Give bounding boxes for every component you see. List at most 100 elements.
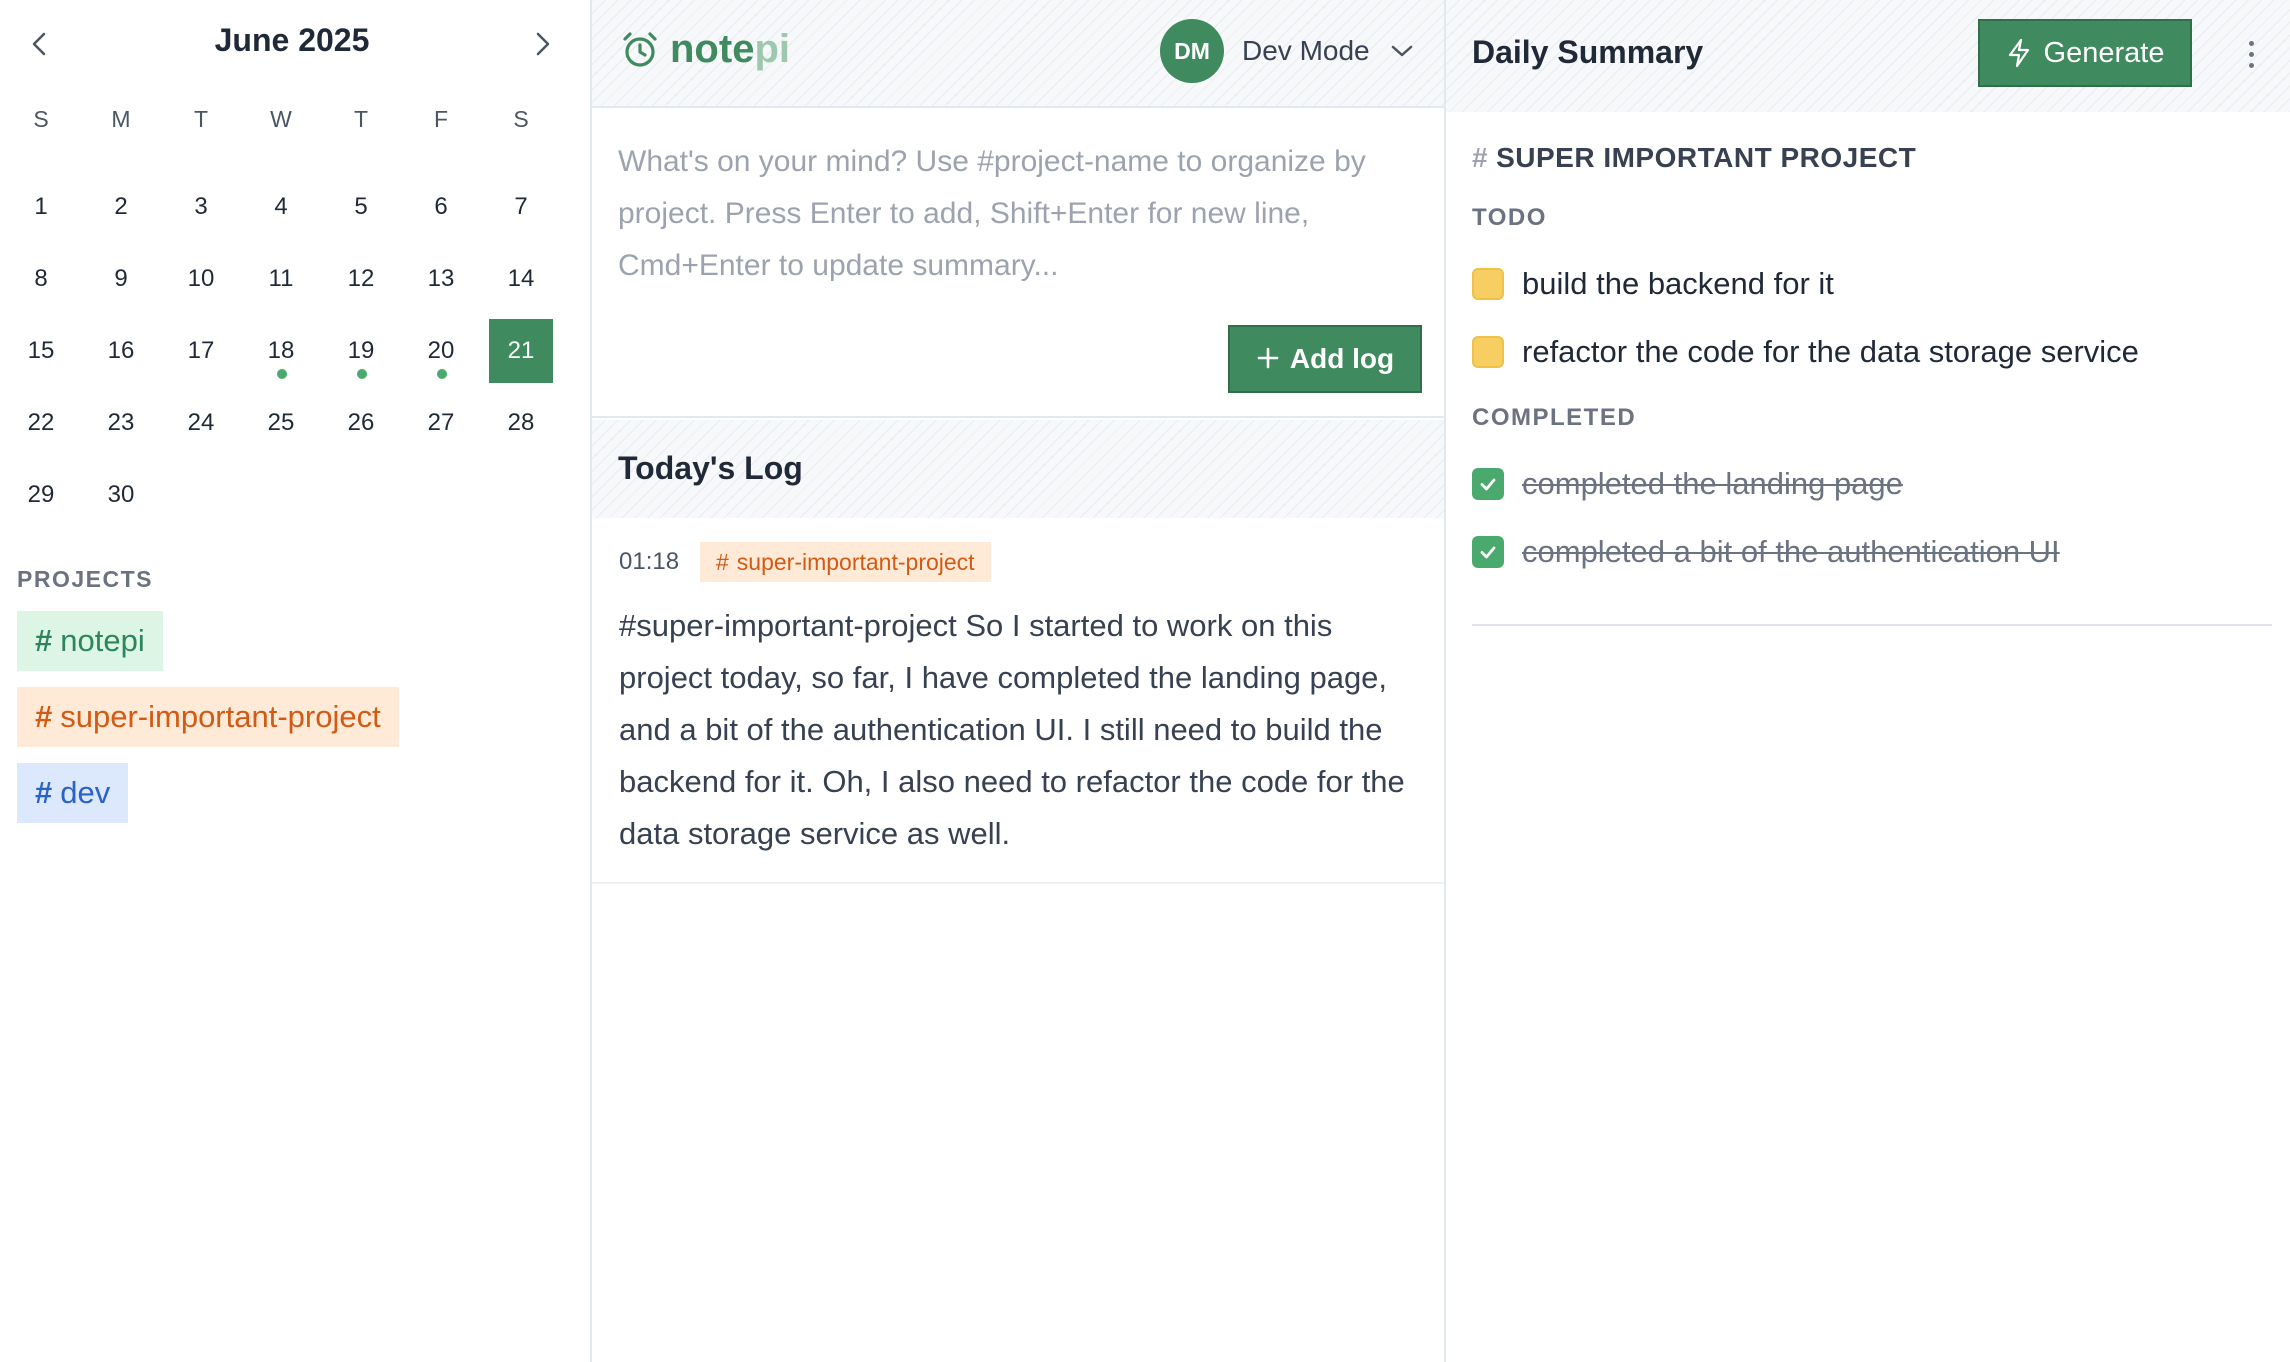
chevron-down-icon — [1390, 43, 1414, 59]
calendar-day[interactable]: 20 — [409, 319, 473, 383]
calendar-day-number: 5 — [354, 193, 368, 220]
generate-label: Generate — [2043, 36, 2165, 69]
weekday-label: S — [33, 106, 49, 132]
calendar-month-title: June 2025 — [214, 22, 370, 58]
weekday-label: S — [513, 106, 529, 132]
calendar-day[interactable]: 19 — [329, 319, 393, 383]
calendar-sidebar: June 2025 SMTWTFS 1 2 3 4 5 6 7 8 9 10 11 12 13 14 15 1… — [0, 0, 592, 1362]
completed-item-text: completed the landing page — [1522, 466, 1903, 501]
calendar-day[interactable]: 7 — [489, 175, 553, 239]
calendar-day[interactable]: 13 — [409, 247, 473, 311]
calendar-day-number: 6 — [434, 193, 448, 220]
calendar-day-number: 7 — [514, 193, 528, 220]
app-name: notepi — [670, 27, 790, 72]
calendar-day[interactable]: 23 — [89, 391, 153, 455]
calendar-day[interactable]: 25 — [249, 391, 313, 455]
calendar-day-number: 15 — [27, 337, 55, 364]
calendar-day[interactable]: 5 — [329, 175, 393, 239]
weekday-header-row: SMTWTFS — [9, 106, 569, 142]
todo-checkbox[interactable] — [1472, 336, 1504, 368]
weekday-label: T — [193, 106, 209, 132]
calendar-day[interactable]: 27 — [409, 391, 473, 455]
calendar-day[interactable]: 17 — [169, 319, 233, 383]
user-name: Dev Mode — [1242, 35, 1370, 66]
calendar-day[interactable]: 3 — [169, 175, 233, 239]
calendar-day[interactable]: 10 — [169, 247, 233, 311]
hash-icon: # — [716, 548, 729, 575]
calendar-day[interactable]: 24 — [169, 391, 233, 455]
more-options-icon[interactable] — [2236, 32, 2266, 76]
calendar-day-number: 3 — [194, 193, 208, 220]
generate-button[interactable]: Generate — [1978, 19, 2192, 87]
next-month-button[interactable] — [520, 22, 564, 66]
calendar-day[interactable]: 1 — [9, 175, 73, 239]
checkmark-icon — [1480, 478, 1496, 491]
calendar-day[interactable]: 4 — [249, 175, 313, 239]
calendar-day-number: 18 — [267, 337, 295, 364]
user-menu[interactable]: DM Dev Mode — [1160, 18, 1414, 84]
weekday-label: F — [433, 106, 449, 132]
app-logo: notepi — [620, 27, 790, 72]
calendar-day[interactable]: 9 — [89, 247, 153, 311]
calendar-day[interactable]: 18 — [249, 319, 313, 383]
log-entry-time: 01:18 — [619, 548, 680, 575]
add-log-label: Add log — [1289, 343, 1395, 374]
calendar-day-number: 9 — [114, 265, 128, 292]
completed-checkbox[interactable] — [1472, 468, 1504, 500]
calendar-day[interactable]: 12 — [329, 247, 393, 311]
app-name-main: note — [670, 27, 755, 71]
calendar-day-number: 10 — [187, 265, 215, 292]
summary-project-title: SUPER IMPORTANT PROJECT — [1496, 142, 1917, 173]
todo-item: build the backend for it — [1472, 262, 1834, 306]
project-tag-dev[interactable]: # dev — [17, 763, 129, 823]
calendar-day[interactable]: 30 — [89, 463, 153, 527]
app-header: notepi DM Dev Mode — [592, 0, 1444, 108]
hash-icon: # — [1472, 142, 1489, 173]
calendar-day-number: 17 — [187, 337, 215, 364]
project-tag-super-important-project[interactable]: # super-important-project — [17, 687, 399, 747]
log-panel: notepi DM Dev Mode Add log Today's Log 0… — [592, 0, 1446, 1362]
log-entry-project-tag[interactable]: # super-important-project — [700, 542, 991, 582]
weekday-label: W — [270, 106, 292, 132]
calendar-day[interactable]: 28 — [489, 391, 553, 455]
calendar-day[interactable]: 21 — [489, 319, 553, 383]
calendar-day-number: 14 — [507, 265, 535, 292]
calendar-day-number: 19 — [347, 337, 375, 364]
add-log-button[interactable]: Add log — [1228, 325, 1422, 393]
calendar-day[interactable]: 16 — [89, 319, 153, 383]
calendar-day-number: 30 — [107, 481, 135, 508]
calendar-day[interactable]: 14 — [489, 247, 553, 311]
calendar-day-number: 4 — [274, 193, 288, 220]
summary-divider — [1472, 624, 2272, 626]
calendar-day[interactable]: 15 — [9, 319, 73, 383]
calendar-day-number: 25 — [267, 409, 295, 436]
calendar-day[interactable]: 29 — [9, 463, 73, 527]
hash-icon: # — [35, 775, 53, 810]
todo-checkbox[interactable] — [1472, 268, 1504, 300]
alarm-clock-icon — [623, 31, 657, 67]
summary-header: Daily Summary Generate — [1446, 0, 2290, 112]
calendar-day[interactable]: 2 — [89, 175, 153, 239]
has-logs-dot-icon — [437, 369, 447, 379]
todays-log-title: Today's Log — [618, 450, 803, 486]
projects-heading: PROJECTS — [17, 566, 153, 592]
completed-heading: COMPLETED — [1472, 404, 1637, 431]
project-tag-notepi[interactable]: # notepi — [17, 611, 163, 671]
project-tag-label: dev — [60, 775, 111, 810]
calendar-day[interactable]: 26 — [329, 391, 393, 455]
calendar-day[interactable]: 8 — [9, 247, 73, 311]
calendar-day[interactable]: 22 — [9, 391, 73, 455]
log-entry[interactable]: 01:18 # super-important-project # super-i… — [592, 520, 1444, 884]
calendar-day-number: 23 — [107, 409, 135, 436]
log-entry-tag-label: super-important-project — [736, 548, 975, 575]
project-tag-label: super-important-project — [60, 699, 381, 734]
calendar-day[interactable]: 6 — [409, 175, 473, 239]
log-input[interactable] — [618, 136, 1418, 306]
calendar-day-number: 21 — [507, 337, 535, 364]
hash-icon: # — [35, 699, 53, 734]
calendar-day-number: 24 — [187, 409, 215, 436]
calendar-day-number: 8 — [34, 265, 48, 292]
completed-checkbox[interactable] — [1472, 536, 1504, 568]
todo-item-text: build the backend for it — [1522, 266, 1834, 301]
calendar-day[interactable]: 11 — [249, 247, 313, 311]
